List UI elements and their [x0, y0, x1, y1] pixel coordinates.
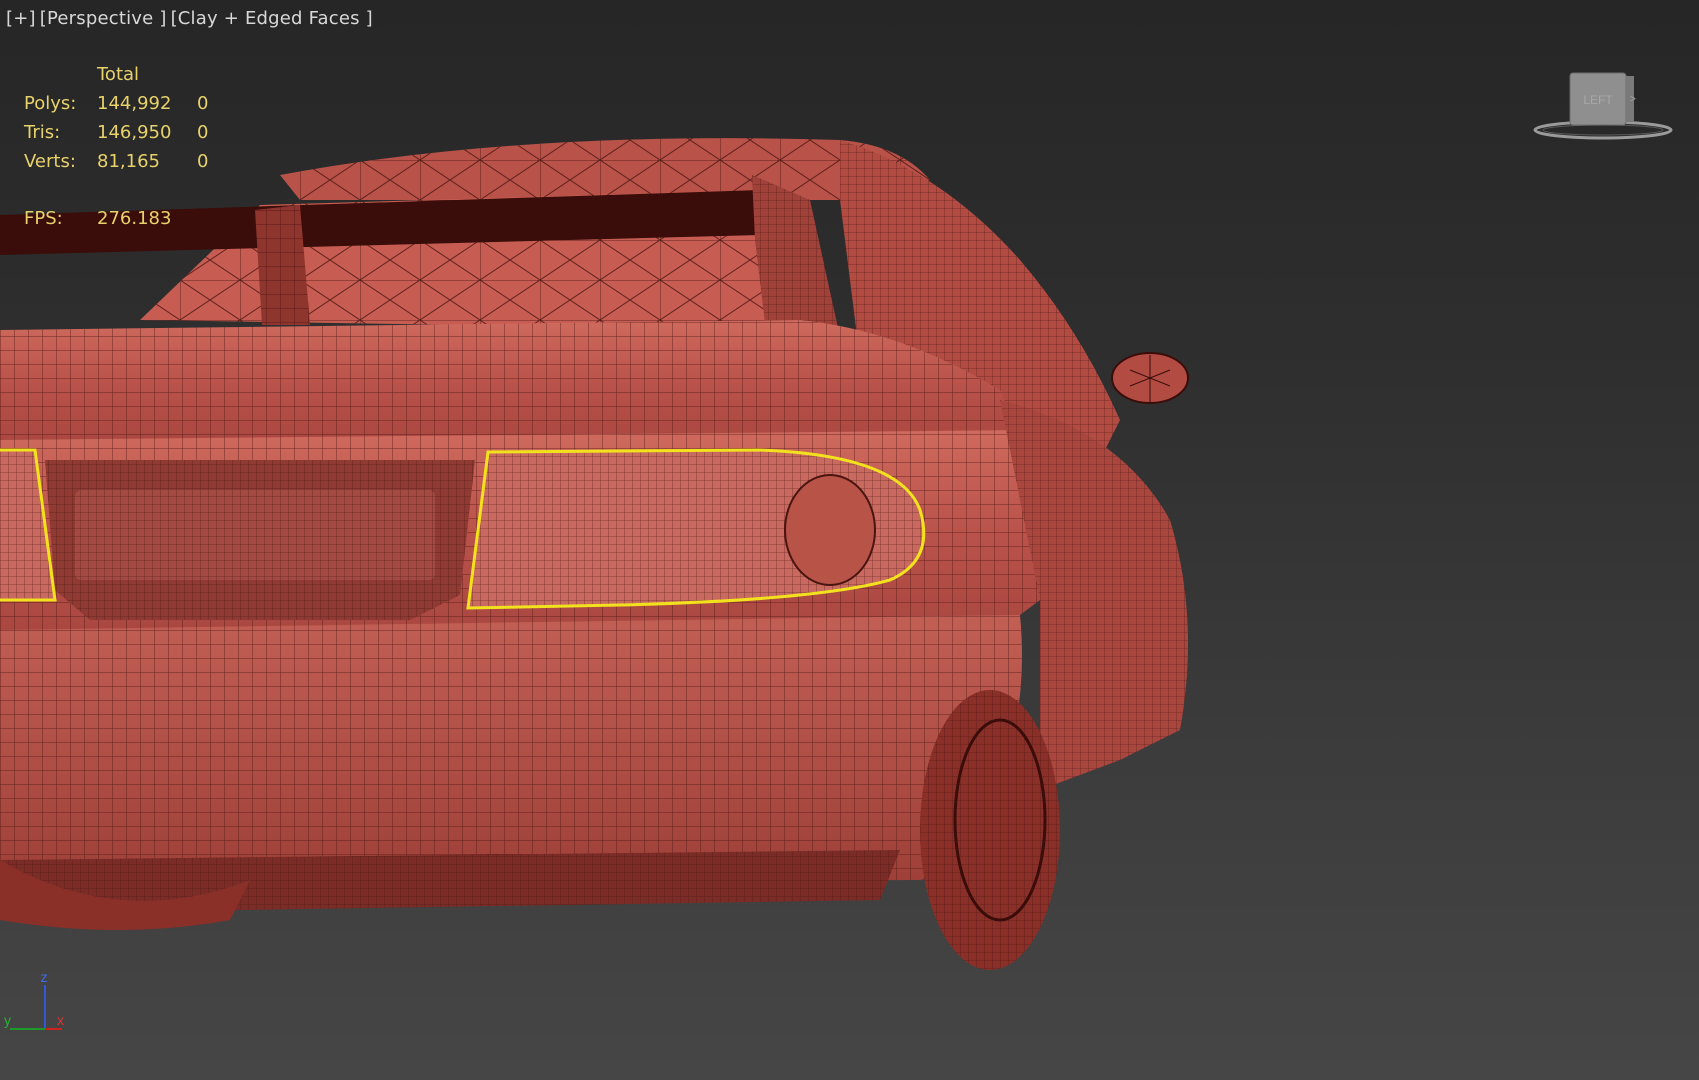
viewport-statistics: Total Polys: 144,992 0 Tris: 146,950 0 V… — [24, 60, 227, 233]
axis-y-label: y — [4, 1012, 11, 1028]
stats-selected: 0 — [197, 151, 209, 172]
stats-total: 146,950 — [97, 122, 172, 143]
stats-row-tris: Tris: 146,950 0 — [24, 118, 227, 147]
viewcube[interactable]: LEFT > — [1530, 68, 1676, 142]
stats-row-fps: FPS: 276.183 — [24, 204, 227, 233]
fps-value: 276.183 — [97, 208, 172, 229]
viewport-label: [+] [Perspective ] [Clay + Edged Faces ] — [6, 8, 373, 29]
axis-tripod: z y x — [4, 969, 64, 1030]
stats-row-polys: Polys: 144,992 0 — [24, 89, 227, 118]
axis-x-label: x — [57, 1012, 64, 1028]
stats-label: Verts: — [24, 151, 76, 172]
viewport-menu-plus[interactable]: [+] — [6, 8, 36, 29]
svg-text:>: > — [1630, 94, 1636, 105]
stats-selected: 0 — [197, 93, 209, 114]
stats-label: Polys: — [24, 93, 77, 114]
stats-header-total: Total — [97, 64, 140, 85]
perspective-viewport[interactable]: [+] [Perspective ] [Clay + Edged Faces ]… — [0, 0, 1699, 1080]
car-model-render[interactable] — [0, 0, 1699, 1080]
axis-z-label: z — [41, 969, 48, 985]
stats-selected: 0 — [197, 122, 209, 143]
stats-row-verts: Verts: 81,165 0 — [24, 147, 227, 176]
stats-total: 144,992 — [97, 93, 172, 114]
tail-light-round-lens — [784, 474, 876, 586]
fps-label: FPS: — [24, 208, 63, 229]
viewport-point-of-view-menu[interactable]: [Perspective ] — [40, 8, 167, 29]
stats-label: Tris: — [24, 122, 61, 143]
viewport-shading-menu[interactable]: [Clay + Edged Faces ] — [171, 8, 373, 29]
viewcube-face-label: LEFT — [1583, 93, 1613, 107]
stats-total: 81,165 — [97, 151, 160, 172]
